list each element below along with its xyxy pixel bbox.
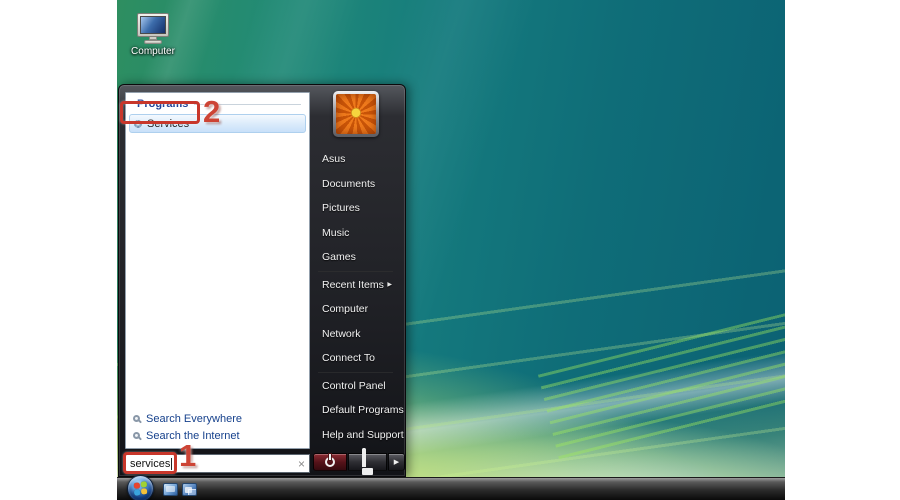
user-avatar[interactable] (332, 91, 379, 137)
text-caret (171, 457, 173, 470)
start-orb-button[interactable] (127, 475, 154, 500)
lock-button[interactable] (348, 447, 387, 475)
menu-item-user[interactable]: Asus (311, 147, 400, 172)
separator (318, 270, 393, 272)
menu-item-recent-items[interactable]: Recent Items ▶ (311, 273, 400, 298)
power-icon (325, 454, 335, 467)
magnifier-icon (133, 415, 140, 422)
computer-desktop-icon[interactable]: Computer (125, 13, 181, 57)
menu-item-help-support[interactable]: Help and Support (311, 423, 404, 448)
search-everywhere-link[interactable]: Search Everywhere (133, 410, 242, 427)
flower-avatar-image (335, 94, 376, 134)
separator (318, 371, 393, 373)
menu-item-music[interactable]: Music (311, 221, 400, 246)
lock-icon (362, 447, 373, 475)
vista-desktop: Computer Programs Services Search Everyw… (117, 0, 785, 500)
menu-item-games[interactable]: Games (311, 245, 400, 270)
menu-item-default-programs[interactable]: Default Programs (311, 398, 404, 423)
power-button-row: ▶ (313, 447, 405, 475)
menu-item-computer[interactable]: Computer (311, 297, 400, 322)
search-result-label: Services (147, 117, 190, 130)
computer-icon-label: Computer (131, 46, 175, 57)
start-menu-left-panel: Programs Services Search Everywhere Sear… (125, 92, 310, 449)
programs-header: Programs (126, 93, 309, 112)
search-links: Search Everywhere Search the Internet (133, 410, 242, 444)
start-menu-right-panel: Asus Documents Pictures Music Games Rece… (311, 85, 405, 476)
search-internet-label: Search the Internet (146, 429, 240, 442)
power-button[interactable] (313, 453, 347, 471)
switch-windows-icon[interactable] (182, 483, 197, 496)
menu-item-pictures[interactable]: Pictures (311, 196, 400, 221)
right-panel-items: Asus Documents Pictures Music Games Rece… (311, 147, 404, 448)
canvas: Computer Programs Services Search Everyw… (0, 0, 900, 500)
quick-launch-bar (163, 483, 197, 496)
computer-icon (137, 13, 169, 44)
search-result-services[interactable]: Services (129, 114, 306, 133)
search-everywhere-label: Search Everywhere (146, 412, 242, 425)
programs-header-label: Programs (137, 98, 189, 110)
menu-item-documents[interactable]: Documents (311, 172, 400, 197)
start-search-input[interactable]: services × (125, 454, 310, 473)
submenu-arrow-icon: ▶ (387, 281, 392, 288)
start-menu: Programs Services Search Everywhere Sear… (118, 84, 406, 477)
clear-search-icon[interactable]: × (298, 458, 305, 470)
menu-item-control-panel[interactable]: Control Panel (311, 374, 400, 399)
arrow-right-icon: ▶ (393, 459, 400, 466)
windows-logo-icon (133, 480, 148, 497)
shutdown-options-button[interactable]: ▶ (388, 453, 405, 471)
menu-item-connect-to[interactable]: Connect To (311, 346, 400, 371)
search-internet-link[interactable]: Search the Internet (133, 427, 242, 444)
services-gear-icon (134, 119, 142, 128)
taskbar (117, 475, 785, 500)
search-query-text: services (130, 457, 171, 470)
magnifier-icon (133, 432, 140, 439)
programs-header-rule (194, 103, 301, 105)
menu-item-network[interactable]: Network (311, 322, 400, 347)
show-desktop-icon[interactable] (163, 483, 178, 496)
